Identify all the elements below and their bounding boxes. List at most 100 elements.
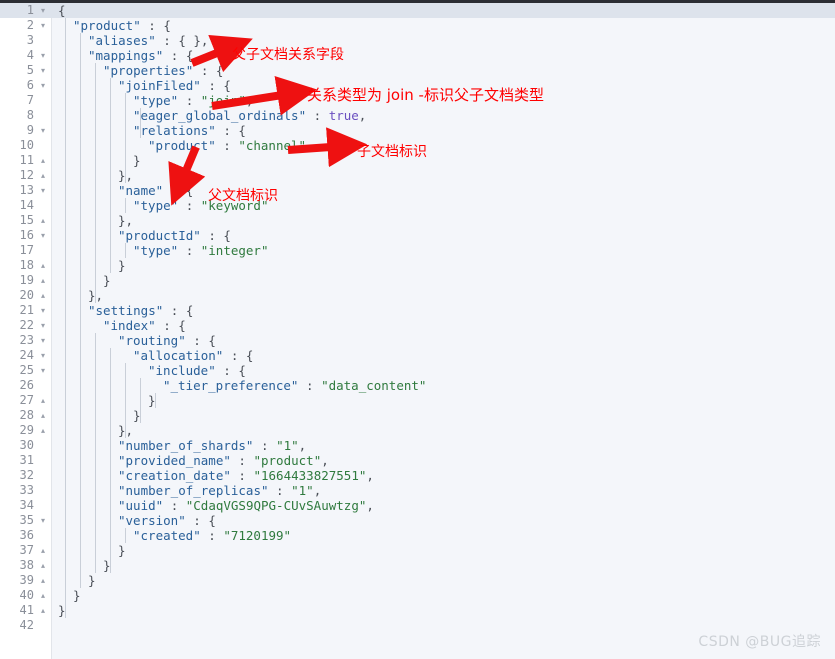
code-line[interactable]: 35 ▾ "version" : {	[0, 513, 835, 528]
fold-end-icon[interactable]: ▴	[38, 288, 48, 303]
fold-open-icon[interactable]: ▾	[38, 318, 48, 333]
code-line[interactable]: 5 ▾ "properties" : {	[0, 63, 835, 78]
fold-end-icon[interactable]: ▴	[38, 603, 48, 618]
line-number: 4	[26, 48, 34, 62]
csdn-watermark: CSDN @BUG追踪	[698, 634, 821, 650]
fold-open-icon[interactable]: ▾	[38, 228, 48, 243]
code-text: "routing" : {	[118, 333, 216, 348]
line-number: 25	[19, 363, 34, 377]
code-line[interactable]: 26 "_tier_preference" : "data_content"	[0, 378, 835, 393]
line-number: 8	[26, 108, 34, 122]
fold-open-icon[interactable]: ▾	[38, 123, 48, 138]
code-text: "product" : {	[73, 18, 171, 33]
code-line[interactable]: 3 "aliases" : { },	[0, 33, 835, 48]
line-number: 28	[19, 408, 34, 422]
code-line[interactable]: 21 ▾ "settings" : {	[0, 303, 835, 318]
fold-end-icon[interactable]: ▴	[38, 558, 48, 573]
code-text: "properties" : {	[103, 63, 224, 78]
code-line[interactable]: 8 "eager_global_ordinals" : true,	[0, 108, 835, 123]
code-line[interactable]: 23 ▾ "routing" : {	[0, 333, 835, 348]
code-line[interactable]: 9 ▾ "relations" : {	[0, 123, 835, 138]
line-number: 22	[19, 318, 34, 332]
annotation-relation-type-join: 关系类型为 join -标识父子文档类型	[307, 86, 544, 104]
fold-open-icon[interactable]: ▾	[38, 78, 48, 93]
code-line[interactable]: 31 "provided_name" : "product",	[0, 453, 835, 468]
line-number: 40	[19, 588, 34, 602]
code-text: "settings" : {	[88, 303, 194, 318]
code-line[interactable]: 40 ▴}	[0, 588, 835, 603]
fold-end-icon[interactable]: ▴	[38, 408, 48, 423]
fold-end-icon[interactable]: ▴	[38, 423, 48, 438]
code-line[interactable]: 27 ▴}	[0, 393, 835, 408]
line-number: 19	[19, 273, 34, 287]
line-number: 23	[19, 333, 34, 347]
code-line[interactable]: 39 ▴}	[0, 573, 835, 588]
code-line[interactable]: 16 ▾ "productId" : {	[0, 228, 835, 243]
fold-open-icon[interactable]: ▾	[38, 303, 48, 318]
code-line[interactable]: 22 ▾ "index" : {	[0, 318, 835, 333]
line-number: 27	[19, 393, 34, 407]
code-line[interactable]: 12 ▴},	[0, 168, 835, 183]
fold-end-icon[interactable]: ▴	[38, 273, 48, 288]
code-text: }	[118, 258, 126, 273]
fold-open-icon[interactable]: ▾	[38, 48, 48, 63]
fold-end-icon[interactable]: ▴	[38, 588, 48, 603]
fold-end-icon[interactable]: ▴	[38, 573, 48, 588]
code-line[interactable]: 24 ▾ "allocation" : {	[0, 348, 835, 363]
line-number: 15	[19, 213, 34, 227]
fold-end-icon[interactable]: ▴	[38, 393, 48, 408]
code-line[interactable]: 28 ▴}	[0, 408, 835, 423]
fold-open-icon[interactable]: ▾	[38, 3, 48, 18]
code-line[interactable]: 25 ▾ "include" : {	[0, 363, 835, 378]
fold-end-icon[interactable]: ▴	[38, 213, 48, 228]
fold-open-icon[interactable]: ▾	[38, 63, 48, 78]
fold-open-icon[interactable]: ▾	[38, 183, 48, 198]
fold-open-icon[interactable]: ▾	[38, 333, 48, 348]
code-text: }	[88, 573, 96, 588]
code-line[interactable]: 38 ▴}	[0, 558, 835, 573]
line-number: 16	[19, 228, 34, 242]
code-text: }	[133, 153, 141, 168]
code-line[interactable]: 34 "uuid" : "CdaqVGS9QPG-CUvSAuwtzg",	[0, 498, 835, 513]
code-line[interactable]: 18 ▴}	[0, 258, 835, 273]
line-number: 2	[26, 18, 34, 32]
fold-end-icon[interactable]: ▴	[38, 153, 48, 168]
code-line[interactable]: 14 "type" : "keyword"	[0, 198, 835, 213]
fold-end-icon[interactable]: ▴	[38, 258, 48, 273]
fold-end-icon[interactable]: ▴	[38, 168, 48, 183]
code-line[interactable]: 2 ▾ "product" : {	[0, 18, 835, 33]
line-number: 6	[26, 78, 34, 92]
code-line[interactable]: 30 "number_of_shards" : "1",	[0, 438, 835, 453]
code-line[interactable]: 20 ▴},	[0, 288, 835, 303]
code-text: },	[118, 213, 134, 228]
line-number: 21	[19, 303, 34, 317]
code-text: },	[88, 288, 104, 303]
code-line[interactable]: 37 ▴}	[0, 543, 835, 558]
code-line[interactable]: 1 ▾ {	[0, 3, 835, 18]
code-text: }	[103, 558, 111, 573]
code-line[interactable]: 29 ▴},	[0, 423, 835, 438]
line-number: 37	[19, 543, 34, 557]
fold-open-icon[interactable]: ▾	[38, 513, 48, 528]
fold-open-icon[interactable]: ▾	[38, 363, 48, 378]
code-line[interactable]: 4 ▾ "mappings" : {	[0, 48, 835, 63]
fold-open-icon[interactable]: ▾	[38, 18, 48, 33]
code-line[interactable]: 19 ▴}	[0, 273, 835, 288]
line-number: 30	[19, 438, 34, 452]
fold-open-icon[interactable]: ▾	[38, 348, 48, 363]
code-line[interactable]: 17 "type" : "integer"	[0, 243, 835, 258]
fold-end-icon[interactable]: ▴	[38, 543, 48, 558]
code-line[interactable]: 15 ▴},	[0, 213, 835, 228]
code-text: },	[118, 168, 134, 183]
code-line[interactable]: 33 "number_of_replicas" : "1",	[0, 483, 835, 498]
code-line[interactable]: 41 ▴}	[0, 603, 835, 618]
code-line[interactable]: 36 "created" : "7120199"	[0, 528, 835, 543]
code-text: "allocation" : {	[133, 348, 254, 363]
code-text: "aliases" : { },	[88, 33, 209, 48]
line-number: 32	[19, 468, 34, 482]
code-text: },	[118, 423, 134, 438]
code-line[interactable]: 13 ▾ "name" : {	[0, 183, 835, 198]
code-text: "relations" : {	[133, 123, 246, 138]
code-line[interactable]: 32 "creation_date" : "1664433827551",	[0, 468, 835, 483]
line-number: 18	[19, 258, 34, 272]
